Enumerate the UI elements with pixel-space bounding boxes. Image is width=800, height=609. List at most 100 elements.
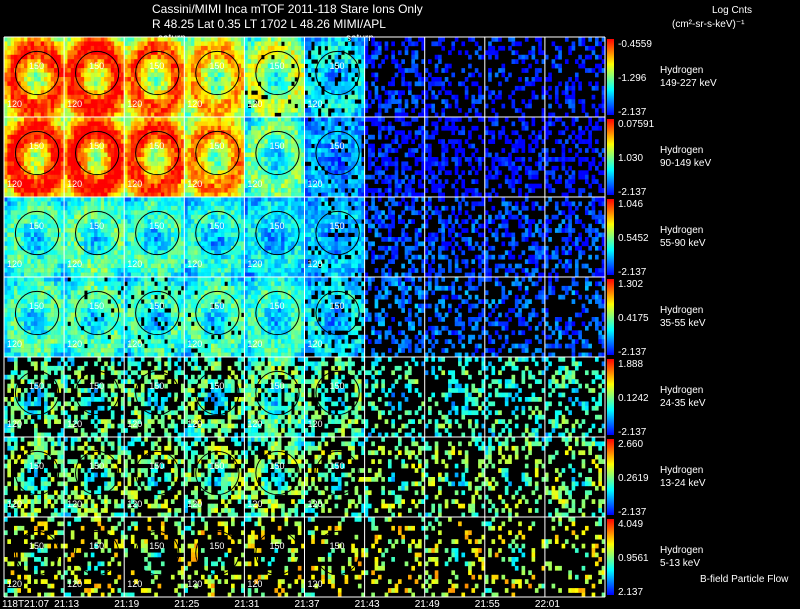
pixel-cell: [538, 45, 542, 51]
pixel-cell: [237, 170, 242, 176]
pixel-cell: [74, 134, 78, 140]
contour-label: 120: [7, 179, 22, 189]
pixel-cell: [281, 121, 285, 127]
pixel-cell: [194, 134, 198, 140]
pixel-cell: [170, 63, 175, 69]
pixel-cell: [80, 63, 85, 69]
pixel-cell: [224, 183, 229, 189]
pixel-cell: [418, 94, 422, 100]
contour-label: 120: [67, 179, 82, 189]
pixel-cell: [367, 59, 372, 64]
pixel-cell: [468, 143, 472, 149]
pixel-cell: [20, 45, 25, 51]
pixel-cell: [117, 108, 122, 113]
pixel-cell: [314, 121, 319, 127]
pixel-cell: [324, 125, 329, 131]
pixel-cell: [351, 72, 355, 78]
pixel-cell: [14, 130, 18, 136]
pixel-cell: [124, 63, 128, 69]
pixel-cell: [127, 41, 132, 47]
pixel-cell: [247, 63, 252, 69]
pixel-cell: [571, 174, 576, 180]
pixel-cell: [150, 77, 155, 82]
pixel-cell: [478, 94, 482, 100]
pixel-cell: [211, 85, 215, 91]
pixel-cell: [371, 134, 375, 140]
pixel-cell: [104, 94, 108, 100]
pixel-cell: [67, 139, 72, 144]
pixel-cell: [261, 68, 265, 73]
pixel-cell: [34, 121, 38, 127]
pixel-cell: [114, 68, 118, 73]
pixel-cell: [77, 63, 82, 69]
pixel-cell: [130, 37, 135, 42]
pixel-cell: [531, 139, 536, 144]
pixel-cell: [418, 125, 422, 131]
pixel-cell: [94, 152, 98, 158]
pixel-cell: [194, 125, 198, 131]
pixel-cell: [284, 139, 289, 144]
pixel-cell: [127, 37, 132, 42]
pixel-cell: [297, 103, 302, 109]
pixel-cell: [247, 37, 252, 42]
pixel-cell: [384, 108, 389, 113]
pixel-cell: [327, 121, 332, 127]
pixel-cell: [314, 90, 319, 96]
pixel-cell: [311, 50, 315, 56]
pixel-cell: [284, 157, 289, 162]
pixel-cell: [160, 152, 165, 158]
pixel-cell: [441, 148, 446, 153]
pixel-cell: [224, 94, 229, 100]
pixel-cell: [451, 130, 456, 136]
pixel-cell: [207, 77, 212, 82]
pixel-cell: [384, 148, 389, 153]
pixel-cell: [34, 94, 38, 100]
pixel-cell: [17, 90, 21, 96]
pixel-cell: [297, 81, 302, 87]
contour-label: 150: [269, 61, 284, 71]
pixel-cell: [4, 161, 8, 167]
pixel-cell: [77, 121, 82, 127]
pixel-cell: [147, 121, 152, 127]
pixel-cell: [167, 121, 172, 127]
pixel-cell: [558, 139, 562, 144]
pixel-cell: [264, 37, 269, 42]
pixel-cell: [364, 103, 369, 109]
pixel-cell: [494, 174, 499, 180]
pixel-cell: [237, 41, 242, 47]
pixel-cell: [387, 148, 392, 153]
pixel-cell: [114, 54, 118, 60]
pixel-cell: [124, 148, 128, 153]
pixel-cell: [110, 157, 115, 162]
pixel-cell: [90, 81, 95, 87]
pixel-cell: [10, 85, 15, 91]
pixel-cell: [107, 72, 112, 78]
pixel-cell: [107, 45, 112, 51]
pixel-cell: [354, 183, 359, 189]
pixel-cell: [104, 179, 108, 184]
pixel-cell: [404, 45, 409, 51]
pixel-cell: [244, 72, 249, 78]
pixel-cell: [281, 174, 285, 180]
pixel-cell: [488, 90, 492, 96]
pixel-cell: [284, 63, 289, 69]
pixel-cell: [267, 99, 272, 104]
pixel-cell: [247, 90, 252, 96]
colorbar-title: Log Cnts: [712, 5, 752, 16]
pixel-cell: [150, 117, 155, 122]
pixel-cell: [200, 37, 205, 42]
pixel-cell: [50, 170, 55, 176]
pixel-cell: [137, 170, 142, 176]
pixel-cell: [404, 188, 409, 193]
pixel-cell: [588, 81, 592, 87]
pixel-cell: [274, 188, 279, 193]
pixel-cell: [551, 121, 556, 127]
pixel-cell: [97, 174, 102, 180]
pixel-cell: [438, 165, 442, 171]
pixel-cell: [461, 68, 466, 73]
pixel-cell: [204, 183, 208, 189]
pixel-cell: [594, 72, 599, 78]
pixel-cell: [324, 77, 329, 82]
pixel-cell: [140, 121, 145, 127]
pixel-cell: [261, 117, 265, 122]
